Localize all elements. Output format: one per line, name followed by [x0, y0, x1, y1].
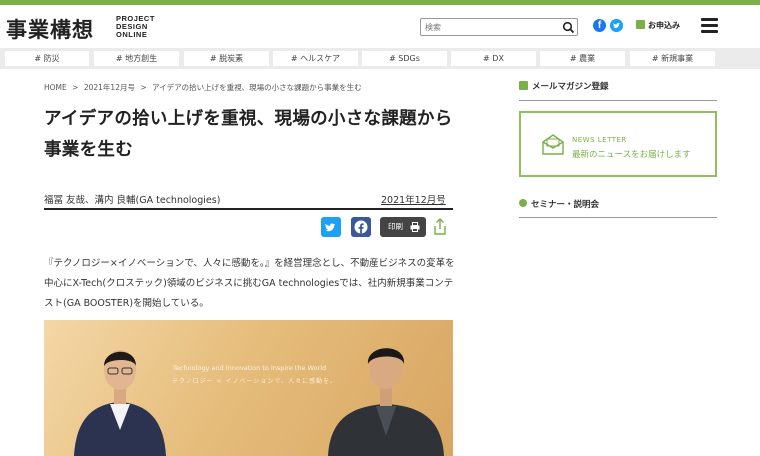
breadcrumb-separator: > [72, 83, 79, 92]
newsletter-label-jp: 最新のニュースをお届けします [572, 150, 691, 160]
pencil-icon [636, 20, 645, 29]
facebook-icon[interactable]: f [593, 19, 606, 32]
breadcrumb-separator: > [140, 83, 147, 92]
tag-chihousousei[interactable]: # 地方創生 [94, 51, 179, 66]
site-logo-subtext: PROJECT DESIGN ONLINE [116, 14, 155, 39]
photo-caption-jp: テクノロジー × イノベーションで、人々に感動を。 [172, 378, 338, 385]
tag-nougyou[interactable]: # 農業 [540, 51, 625, 66]
newsletter-banner[interactable]: NEWS LETTER 最新のニュースをお届けします [519, 111, 717, 177]
sidebar-divider [519, 217, 717, 218]
newsletter-label-en: NEWS LETTER [572, 136, 627, 144]
article-photo: Technology and Innovation to Inspire the… [44, 320, 453, 456]
tag-navigation: # 防災 # 地方創生 # 脱炭素 # ヘルスケア # SDGs # DX # … [0, 48, 760, 69]
article-authors: 福冨 友哉、溝内 良輔(GA technologies) [44, 195, 221, 206]
newsletter-section-heading: メールマガジン登録 [519, 80, 609, 92]
tag-datsutanso[interactable]: # 脱炭素 [184, 51, 269, 66]
photo-caption-en: Technology and Innovation to Inspire the… [173, 364, 327, 372]
mail-icon [519, 81, 528, 90]
facebook-share-icon[interactable] [351, 217, 371, 237]
tag-dx[interactable]: # DX [451, 51, 536, 66]
share-icon[interactable] [433, 218, 447, 235]
bullet-icon [519, 199, 527, 207]
title-divider [44, 208, 453, 210]
twitter-share-icon[interactable] [321, 217, 341, 237]
site-logo[interactable]: 事業構想 [6, 14, 94, 44]
print-button[interactable]: 印刷 [380, 217, 426, 237]
article-issue-date[interactable]: 2021年12月号 [381, 192, 446, 206]
search-input[interactable] [425, 20, 555, 34]
apply-link[interactable]: お申込み [636, 20, 680, 31]
site-header: 事業構想 PROJECT DESIGN ONLINE f お申込み [0, 5, 760, 48]
envelope-icon [542, 134, 564, 155]
tag-bousai[interactable]: # 防災 [5, 51, 89, 66]
person-right-figure [328, 347, 444, 456]
printer-icon [410, 222, 420, 232]
person-left-figure [74, 350, 166, 456]
tag-sdgs[interactable]: # SDGs [362, 51, 447, 66]
twitter-icon[interactable] [610, 19, 623, 32]
search-icon[interactable] [562, 21, 575, 34]
hamburger-icon[interactable] [701, 18, 718, 33]
breadcrumb-current: アイデアの拾い上げを重視、現場の小さな課題から事業を生む [152, 83, 362, 92]
breadcrumb: HOME > 2021年12月号 > アイデアの拾い上げを重視、現場の小さな課題… [44, 82, 365, 93]
breadcrumb-home[interactable]: HOME [44, 83, 67, 92]
sidebar-divider [519, 100, 717, 101]
search-box [420, 18, 578, 36]
tag-healthcare[interactable]: # ヘルスケア [273, 51, 358, 66]
article-lead: 『テクノロジー×イノベーションで、人々に感動を。』を経営理念とし、不動産ビジネス… [44, 258, 455, 309]
seminar-section-heading: セミナー・説明会 [519, 198, 599, 210]
article-title: アイデアの拾い上げを重視、現場の小さな課題から事業を生む [44, 109, 453, 160]
tag-shinkijigyou[interactable]: # 新規事業 [630, 51, 715, 66]
breadcrumb-issue[interactable]: 2021年12月号 [84, 83, 135, 92]
